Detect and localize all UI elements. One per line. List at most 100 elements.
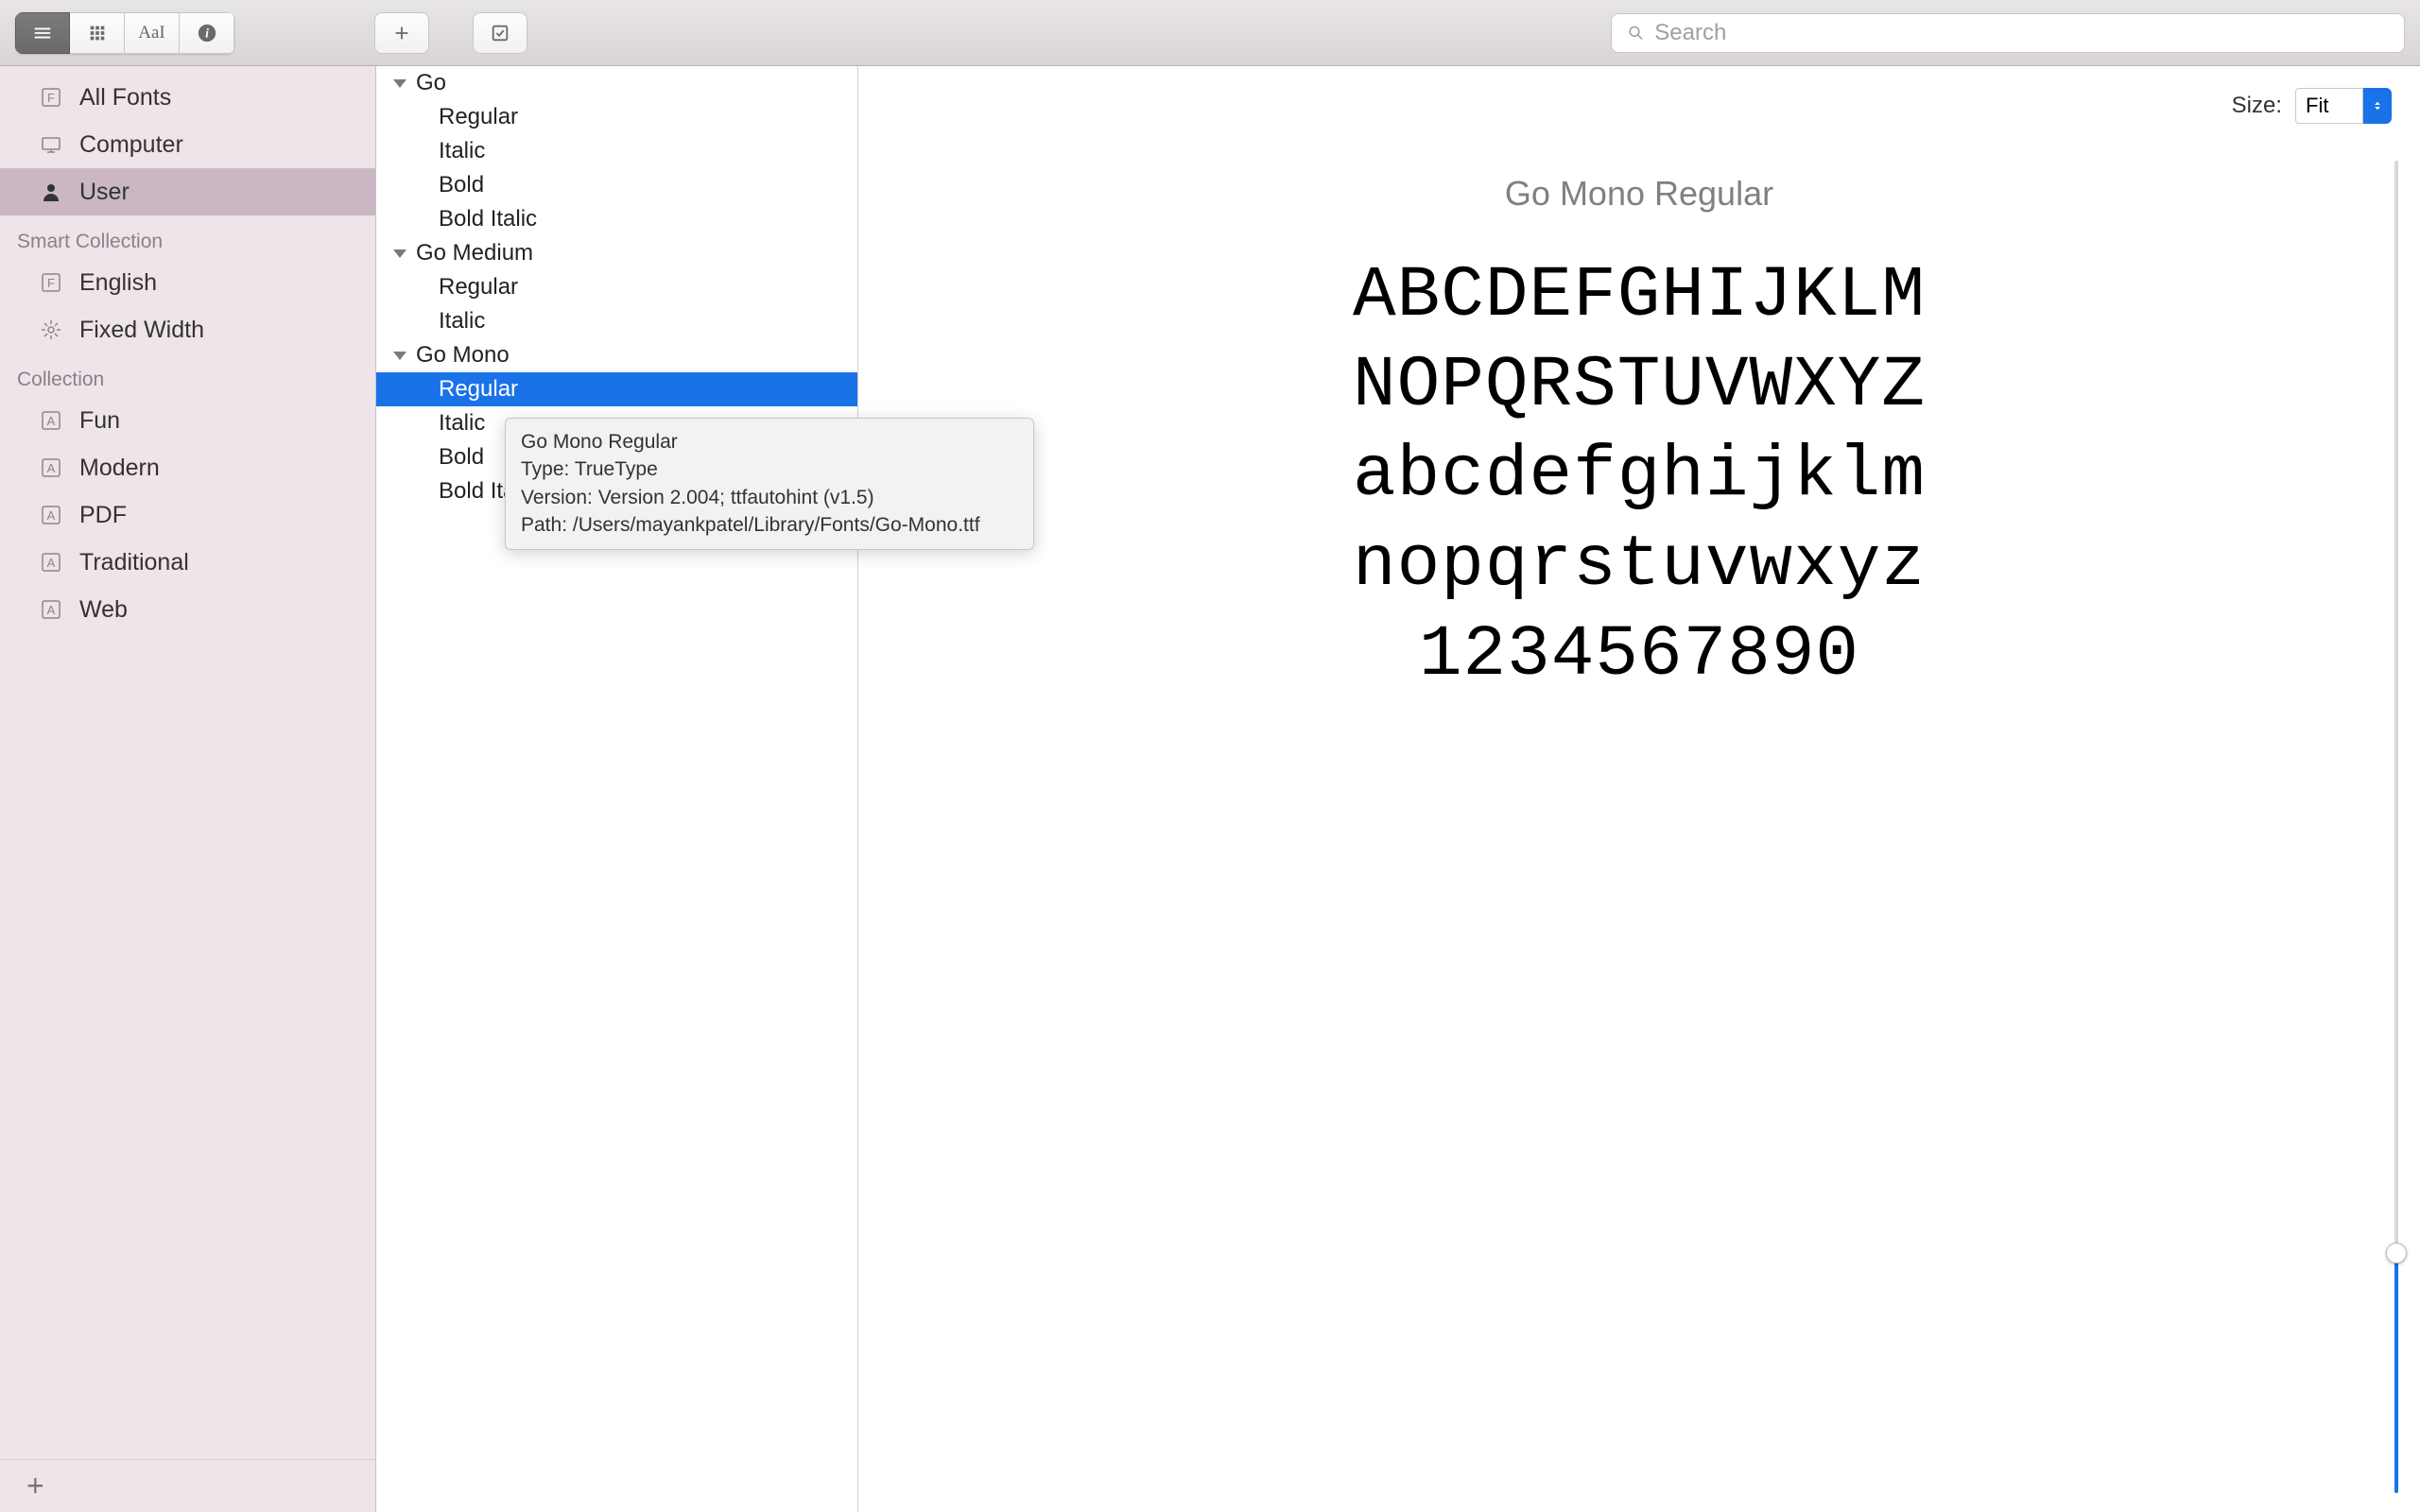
svg-text:F: F [47,276,55,290]
svg-text:F: F [47,91,55,105]
slider-thumb[interactable] [2386,1243,2407,1263]
info-icon: i [197,23,217,43]
gear-icon [38,317,64,343]
sample-line: NOPQRSTUVWXYZ [858,341,2420,431]
aa-icon: AaI [138,23,164,43]
size-select[interactable] [2295,88,2392,124]
disclosure-triangle-icon[interactable] [393,79,406,88]
view-list-button[interactable] [15,12,70,54]
sidebar-item-modern[interactable]: A Modern [0,444,375,491]
sidebar-item-label: PDF [79,502,127,529]
validate-button[interactable] [473,12,527,54]
preview-font-title: Go Mono Regular [858,174,2420,214]
sidebar-item-web[interactable]: A Web [0,586,375,633]
plus-icon: + [26,1469,44,1503]
font-style-name: Bold Italic [439,206,537,232]
sidebar-item-label: Fixed Width [79,317,204,344]
sidebar-item-label: All Fonts [79,84,171,112]
font-info-tooltip: Go Mono Regular Type: TrueType Version: … [505,418,1034,550]
font-style-name: Italic [439,410,485,437]
font-style-row[interactable]: Italic [376,134,857,168]
preview-sample: ABCDEFGHIJKLM NOPQRSTUVWXYZ abcdefghijkl… [858,251,2420,700]
hamburger-icon [32,23,53,43]
sidebar-item-label: Computer [79,131,183,159]
tooltip-name: Go Mono Regular [521,428,1018,455]
svg-text:A: A [47,461,56,475]
font-box-icon: F [38,84,64,111]
font-style-row[interactable]: Bold [376,168,857,202]
tooltip-version: Version: Version 2.004; ttfautohint (v1.… [521,484,1018,511]
sidebar-item-pdf[interactable]: A PDF [0,491,375,539]
font-style-name: Regular [439,274,518,301]
a-box-icon: A [38,407,64,434]
font-style-name: Italic [439,308,485,335]
view-grid-button[interactable] [70,12,125,54]
sample-line: ABCDEFGHIJKLM [858,251,2420,341]
font-family-go[interactable]: Go [376,66,857,100]
svg-text:A: A [47,414,56,428]
svg-text:i: i [205,26,209,40]
font-family-go-medium[interactable]: Go Medium [376,236,857,270]
font-style-row-selected[interactable]: Regular [376,372,857,406]
sample-line: 1234567890 [858,610,2420,700]
font-style-row[interactable]: Regular [376,100,857,134]
sidebar: F All Fonts Computer User Smart Collecti… [0,66,376,1512]
view-sample-button[interactable]: AaI [125,12,180,54]
sidebar-item-fixed-width[interactable]: Fixed Width [0,306,375,353]
sidebar-item-english[interactable]: F English [0,259,375,306]
size-dropdown-arrow[interactable] [2363,88,2392,124]
sidebar-add-collection[interactable]: + [0,1459,375,1512]
font-style-name: Bold [439,172,484,198]
font-style-name: Regular [439,376,518,403]
font-family-list: Go Regular Italic Bold Bold Italic Go Me… [376,66,858,1512]
plus-icon [391,23,412,43]
font-style-row[interactable]: Bold Italic [376,202,857,236]
sidebar-header-smart: Smart Collection [0,215,375,259]
search-input[interactable] [1654,20,2389,46]
view-info-button[interactable]: i [180,12,234,54]
tooltip-path: Path: /Users/mayankpatel/Library/Fonts/G… [521,511,1018,539]
add-font-button[interactable] [374,12,429,54]
sample-line: abcdefghijklm [858,431,2420,521]
sample-line: nopqrstuvwxyz [858,521,2420,610]
search-box[interactable] [1611,13,2405,53]
sidebar-item-label: Modern [79,455,160,482]
font-box-icon: F [38,269,64,296]
size-input[interactable] [2295,88,2363,124]
font-family-go-mono[interactable]: Go Mono [376,338,857,372]
chevron-up-down-icon [2371,99,2384,112]
tooltip-type: Type: TrueType [521,455,1018,483]
svg-text:A: A [47,556,56,570]
sidebar-header-collection: Collection [0,353,375,397]
size-slider[interactable] [2386,161,2407,1493]
sidebar-item-label: User [79,179,130,206]
a-box-icon: A [38,596,64,623]
svg-text:A: A [47,508,56,523]
disclosure-triangle-icon[interactable] [393,249,406,258]
view-mode-group: AaI i [15,12,234,54]
sidebar-item-computer[interactable]: Computer [0,121,375,168]
disclosure-triangle-icon[interactable] [393,352,406,360]
sidebar-item-label: Web [79,596,128,624]
font-family-name: Go Mono [416,342,510,369]
search-icon [1627,24,1645,43]
sidebar-item-user[interactable]: User [0,168,375,215]
preview-pane: Size: Go Mono Regular ABCDEFGHIJKLM NOPQ… [858,66,2420,1512]
font-style-name: Italic [439,138,485,164]
sidebar-item-label: English [79,269,157,297]
font-family-name: Go [416,70,446,96]
font-style-row[interactable]: Regular [376,270,857,304]
preview-header: Size: [858,66,2420,146]
svg-text:A: A [47,603,56,617]
sidebar-item-fun[interactable]: A Fun [0,397,375,444]
slider-track[interactable] [2394,161,2398,1493]
size-label: Size: [2232,93,2282,119]
font-style-name: Regular [439,104,518,130]
sidebar-item-label: Fun [79,407,120,435]
slider-fill [2394,1253,2398,1493]
a-box-icon: A [38,502,64,528]
sidebar-item-traditional[interactable]: A Traditional [0,539,375,586]
a-box-icon: A [38,455,64,481]
sidebar-item-all-fonts[interactable]: F All Fonts [0,74,375,121]
font-style-row[interactable]: Italic [376,304,857,338]
